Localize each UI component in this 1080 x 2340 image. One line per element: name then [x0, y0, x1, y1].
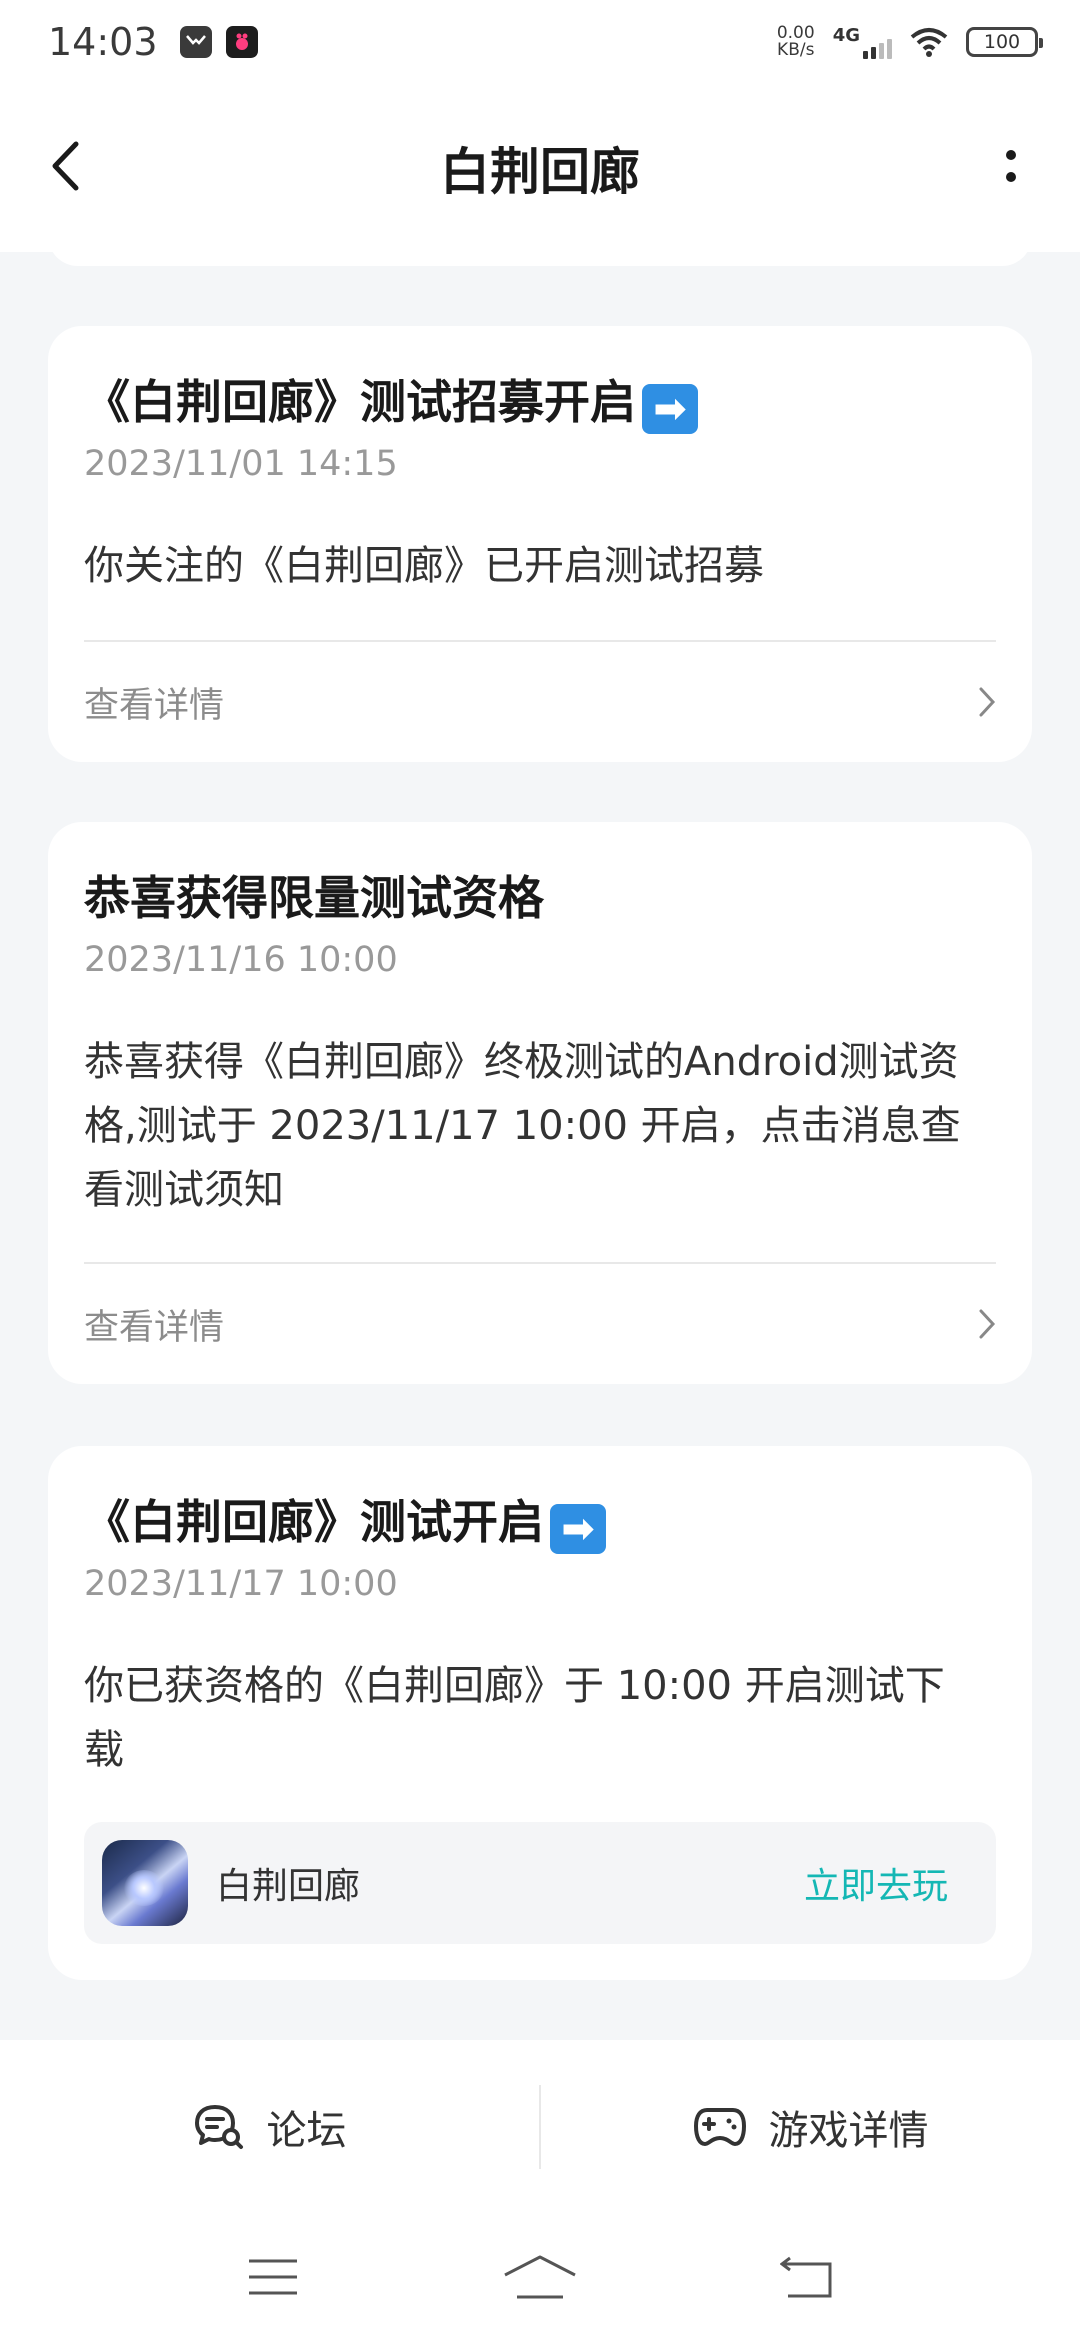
chevron-left-icon — [52, 141, 79, 191]
system-navigation-bar — [0, 2214, 1080, 2340]
message-title: 恭喜获得限量测试资格 — [84, 871, 544, 925]
message-date: 2023/11/17 10:00 — [84, 1564, 398, 1604]
network-speed-unit: KB/s — [777, 40, 815, 60]
chevron-right-icon — [979, 687, 996, 717]
forum-tab[interactable]: 论坛 — [0, 2040, 539, 2214]
message-body-line: 看测试须知 — [84, 1167, 284, 1213]
message-title: 《白荆回廊》测试招募开启 ➡ — [84, 366, 698, 434]
message-body-line: 格,测试于 2023/11/17 10:00 开启，点击消息查 — [84, 1103, 961, 1149]
message-body: 恭喜获得《白荆回廊》终极测试的Android测试资 格,测试于 2023/11/… — [84, 1030, 1004, 1222]
message-title-text: 《白荆回廊》测试开启 — [84, 1495, 544, 1549]
status-time: 14:03 — [48, 20, 158, 64]
menu-button[interactable] — [233, 2247, 313, 2307]
app-notification-icon — [225, 26, 258, 58]
message-notification-icon — [179, 26, 212, 58]
message-body: 你已获资格的《白荆回廊》于 10:00 开启测试下 载 — [84, 1654, 1004, 1782]
forum-label: 论坛 — [266, 2108, 347, 2154]
cellular-signal-icon: 4G — [833, 25, 892, 59]
divider — [84, 1262, 996, 1264]
header: 白荆回廊 — [0, 84, 1080, 252]
view-details-label: 查看详情 — [84, 1307, 225, 1348]
game-app-icon — [102, 1840, 188, 1926]
home-icon — [504, 2255, 576, 2299]
view-details-link[interactable]: 查看详情 — [84, 1294, 996, 1354]
back-nav-button[interactable] — [767, 2247, 847, 2307]
network-type: 4G — [832, 25, 860, 46]
message-body: 你关注的《白荆回廊》已开启测试招募 — [84, 543, 764, 589]
more-button[interactable] — [996, 134, 1026, 198]
menu-icon — [249, 2259, 298, 2295]
message-date: 2023/11/01 14:15 — [84, 444, 398, 484]
message-body-line: 恭喜获得《白荆回廊》终极测试的Android测试资 — [84, 1039, 959, 1085]
forum-chat-icon — [194, 2105, 243, 2149]
game-details-tab[interactable]: 游戏详情 — [541, 2040, 1080, 2214]
message-body-line: 载 — [84, 1727, 124, 1773]
view-details-link[interactable]: 查看详情 — [84, 672, 996, 732]
game-details-label: 游戏详情 — [768, 2108, 929, 2154]
game-name: 白荆回廊 — [216, 1866, 361, 1907]
chevron-right-icon — [979, 1309, 996, 1339]
game-entry[interactable]: 白荆回廊 立即去玩 — [84, 1822, 996, 1944]
gamepad-icon — [693, 2108, 746, 2146]
view-details-label: 查看详情 — [84, 685, 225, 726]
back-nav-icon — [779, 2256, 832, 2298]
wifi-icon — [910, 28, 948, 57]
page-title: 白荆回廊 — [440, 143, 640, 201]
message-card[interactable]: 《白荆回廊》测试招募开启 ➡ 2023/11/01 14:15 你关注的《白荆回廊… — [48, 326, 1032, 762]
more-vertical-icon — [1006, 150, 1016, 160]
home-button[interactable] — [500, 2247, 580, 2307]
play-now-button[interactable]: 立即去玩 — [804, 1857, 948, 1909]
bottom-action-bar: 论坛 游戏详情 — [0, 2040, 1080, 2214]
message-card[interactable]: 《白荆回廊》测试开启 ➡ 2023/11/17 10:00 你已获资格的《白荆回廊… — [48, 1446, 1032, 1980]
right-arrow-icon: ➡ — [642, 384, 698, 434]
message-date: 2023/11/16 10:00 — [84, 940, 398, 980]
message-title-text: 《白荆回廊》测试招募开启 — [84, 375, 636, 429]
status-bar: 14:03 0.00 KB/s 4G 100 — [0, 0, 1080, 84]
message-card[interactable]: 恭喜获得限量测试资格 2023/11/16 10:00 恭喜获得《白荆回廊》终极… — [48, 822, 1032, 1384]
right-arrow-icon: ➡ — [550, 1504, 606, 1554]
divider — [84, 640, 996, 642]
back-button[interactable] — [40, 134, 90, 198]
notification-icons — [179, 26, 258, 58]
battery-level: 100 — [983, 31, 1021, 53]
previous-card-edge — [48, 236, 1032, 266]
message-title: 《白荆回廊》测试开启 ➡ — [84, 1486, 606, 1554]
network-speed: 0.00 KB/s — [777, 25, 815, 59]
message-body-line: 你已获资格的《白荆回廊》于 10:00 开启测试下 — [84, 1663, 945, 1709]
battery-icon: 100 — [966, 27, 1043, 57]
